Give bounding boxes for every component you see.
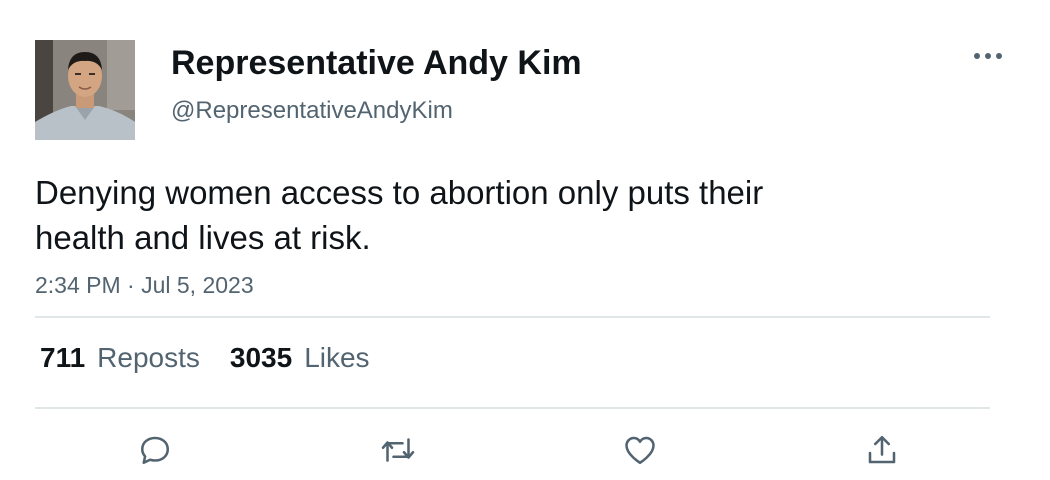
profile-photo-icon	[35, 40, 135, 140]
likes-stat[interactable]: 3035 Likes	[230, 340, 370, 376]
heart-icon	[625, 436, 655, 465]
tweet-card: Representative Andy Kim @RepresentativeA…	[0, 0, 1050, 480]
tweet-text: Denying women access to abortion only pu…	[35, 174, 764, 256]
share-button[interactable]	[860, 428, 904, 472]
more-icon	[974, 53, 1002, 59]
engagement-stats: 711 Reposts 3035 Likes	[40, 340, 370, 376]
likes-count: 3035	[229, 342, 293, 373]
reposts-label: Reposts	[97, 342, 200, 373]
author-handle[interactable]: @RepresentativeAndyKim	[171, 96, 453, 126]
share-icon	[868, 435, 896, 464]
tweet-timestamp[interactable]: 2:34 PM · Jul 5, 2023	[35, 270, 254, 300]
more-options-button[interactable]	[968, 42, 1008, 70]
reposts-count: 711	[40, 342, 86, 373]
like-button[interactable]	[618, 428, 662, 472]
divider-top	[35, 316, 990, 318]
reposts-stat[interactable]: 711 Reposts	[40, 340, 200, 376]
reply-button[interactable]	[133, 428, 177, 472]
repost-icon	[381, 438, 415, 462]
reply-icon	[140, 436, 170, 465]
author-display-name[interactable]: Representative Andy Kim	[171, 42, 582, 84]
divider-bottom	[35, 407, 990, 409]
repost-button[interactable]	[376, 428, 420, 472]
avatar[interactable]	[35, 40, 135, 140]
likes-label: Likes	[304, 342, 370, 373]
